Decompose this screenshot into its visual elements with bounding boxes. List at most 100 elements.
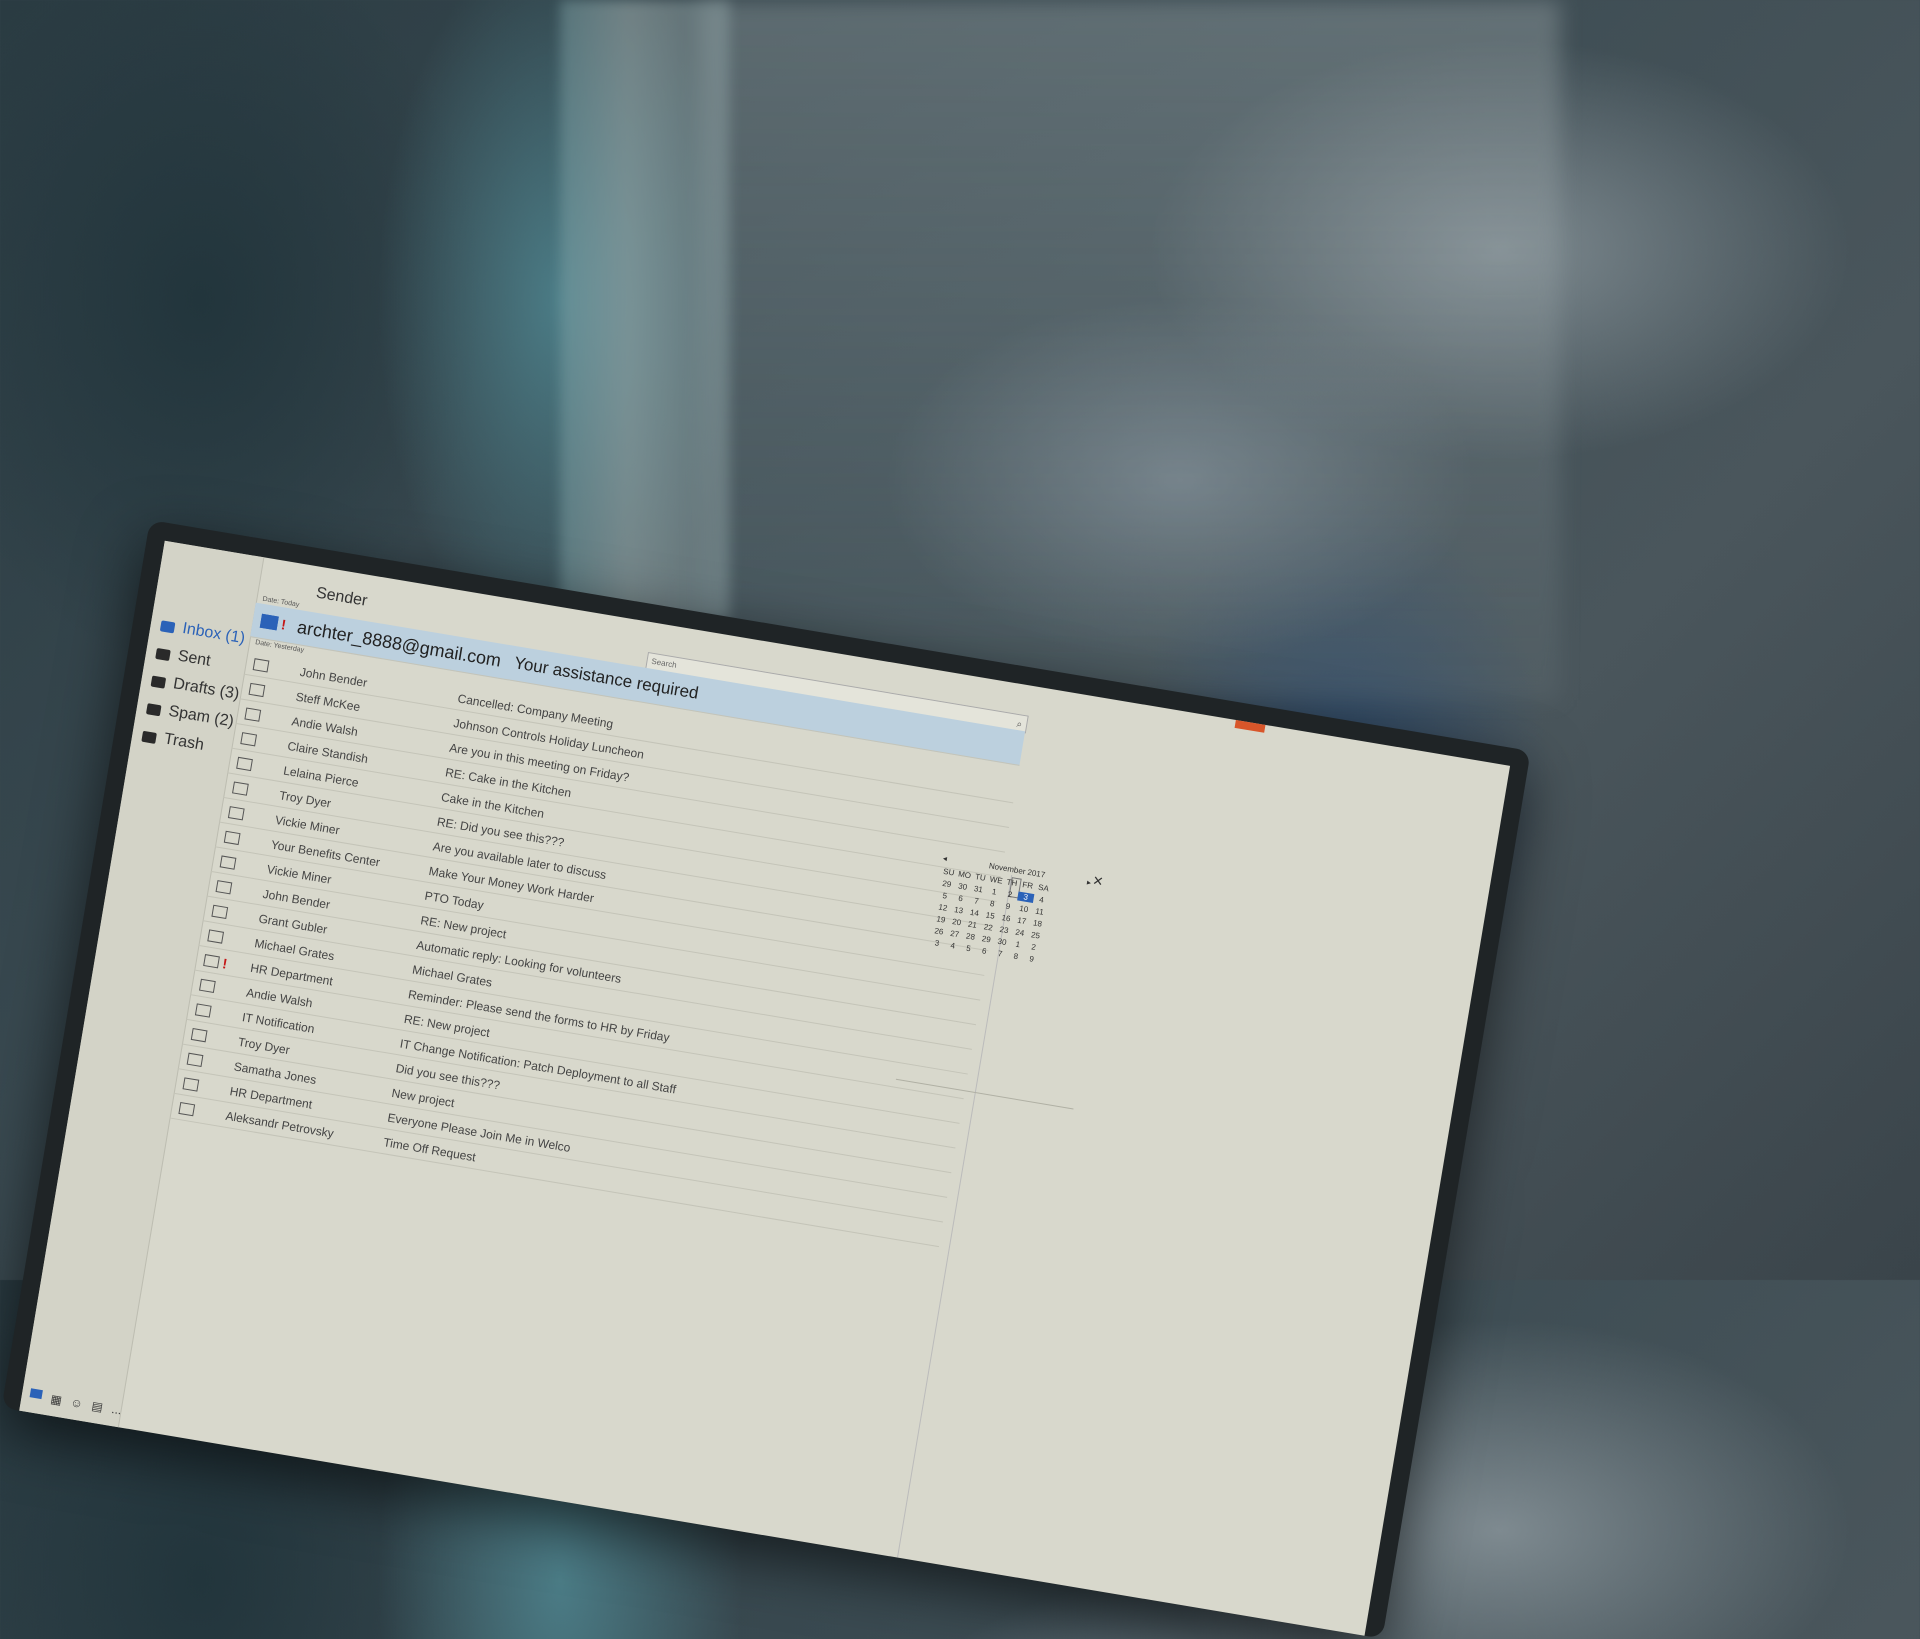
calendar-day[interactable]: 8	[1007, 951, 1024, 963]
calendar-day[interactable]: 13	[950, 905, 967, 917]
importance-slot	[264, 691, 276, 693]
calendar-day[interactable]: 10	[1015, 903, 1032, 915]
calendar-day[interactable]: 5	[936, 890, 953, 902]
accent-mark	[1234, 714, 1267, 733]
importance-slot	[256, 741, 268, 743]
envelope-icon	[236, 756, 253, 772]
calendar-day[interactable]: 20	[948, 916, 965, 928]
importance-slot	[235, 864, 247, 866]
envelope-icon	[248, 682, 266, 698]
importance-slot	[268, 667, 280, 669]
calendar-day[interactable]: 21	[964, 919, 981, 931]
envelope-unread-icon	[259, 613, 279, 631]
calendar-day[interactable]: 1	[986, 886, 1003, 898]
calendar-weekday: TH	[1005, 877, 1018, 889]
importance-slot	[240, 839, 252, 841]
calendar-day[interactable]: 17	[1013, 915, 1030, 927]
calendar-day[interactable]: 25	[1027, 930, 1044, 942]
tasks-icon[interactable]: ▤	[91, 1399, 104, 1415]
envelope-icon	[252, 658, 270, 673]
folder-icon	[146, 702, 162, 716]
importance-slot	[211, 1012, 223, 1014]
calendar-day[interactable]: 6	[952, 893, 969, 905]
calendar-day[interactable]: 3	[928, 937, 945, 949]
envelope-icon	[190, 1028, 208, 1043]
calendar-day[interactable]: 5	[960, 943, 977, 955]
envelope-icon	[215, 880, 233, 895]
calendar-day[interactable]: 15	[982, 910, 999, 922]
importance-slot	[198, 1086, 210, 1088]
calendar-weekday: TU	[974, 872, 987, 883]
calendar-weekday: SU	[942, 866, 956, 878]
importance-slot	[194, 1110, 206, 1112]
calendar-day[interactable]: 4	[944, 940, 961, 952]
folder-open-icon	[159, 619, 176, 633]
calendar-day[interactable]: 14	[966, 907, 983, 919]
calendar-day[interactable]: 2	[1025, 941, 1042, 953]
importance-slot	[215, 987, 227, 989]
importance-slot	[248, 790, 260, 792]
importance-slot	[202, 1061, 214, 1063]
calendar-day[interactable]: 29	[938, 878, 955, 890]
close-icon[interactable]: ✕	[1091, 873, 1104, 891]
calendar-day[interactable]: 30	[993, 936, 1010, 948]
calendar-day[interactable]: 3	[1017, 891, 1035, 903]
people-icon[interactable]: ☺	[70, 1395, 84, 1411]
importance-slot	[223, 938, 235, 940]
calendar-day[interactable]: 6	[976, 945, 993, 957]
calendar-day[interactable]: 23	[995, 924, 1012, 936]
calendar-day[interactable]: 19	[932, 914, 949, 926]
calendar-day[interactable]: 11	[1031, 906, 1048, 918]
calendar-weekday: WE	[989, 874, 1004, 886]
calendar-weekday: SA	[1037, 882, 1050, 894]
calendar-day[interactable]: 7	[991, 948, 1008, 960]
calendar-day[interactable]: 28	[962, 931, 979, 943]
background-window	[700, 0, 1560, 700]
calendar-weekday: FR	[1021, 880, 1034, 891]
calendar-day[interactable]: 30	[954, 881, 971, 893]
envelope-icon	[227, 806, 245, 821]
calendar-day[interactable]: 18	[1029, 918, 1046, 930]
calendar-day[interactable]: 7	[968, 895, 985, 907]
message-subject: New project	[390, 1085, 456, 1111]
message-list: Sender Subject Search ⌕ Date: Today ! ar…	[118, 557, 1043, 1568]
folder-icon	[155, 647, 171, 661]
calendar-day[interactable]: 22	[980, 922, 997, 934]
calendar-weekday: MO	[957, 869, 972, 881]
calendar-day[interactable]: 2	[1001, 889, 1018, 901]
envelope-icon	[194, 1003, 212, 1018]
calendar-day[interactable]: 24	[1011, 927, 1028, 939]
folder-icon	[141, 730, 158, 744]
importance-slot	[252, 765, 264, 767]
folder-label: Trash	[162, 730, 206, 754]
envelope-icon	[207, 929, 225, 944]
calendar-day[interactable]: 8	[984, 898, 1001, 910]
calendar-day[interactable]: 1	[1009, 939, 1026, 951]
envelope-icon	[178, 1101, 196, 1117]
folder-label: Sent	[176, 647, 212, 670]
envelope-icon	[186, 1052, 204, 1067]
envelope-icon	[182, 1077, 200, 1092]
calendar-icon[interactable]: ▦	[49, 1392, 62, 1408]
calendar-day[interactable]: 12	[934, 902, 951, 914]
message-subject: PTO Today	[423, 888, 485, 913]
importance-slot	[227, 913, 239, 915]
envelope-icon	[203, 954, 220, 969]
calendar-day[interactable]: 9	[999, 901, 1016, 913]
envelope-icon	[223, 830, 241, 846]
calendar-day[interactable]: 9	[1023, 953, 1040, 965]
calendar-day[interactable]: 27	[946, 928, 963, 940]
mail-icon[interactable]	[29, 1388, 43, 1400]
calendar-day[interactable]: 31	[970, 884, 987, 896]
calendar-day[interactable]: 29	[978, 934, 995, 946]
email-client: Inbox (1) Sent Drafts (3) Spam (2) Trash…	[19, 540, 1511, 1636]
importance-slot	[207, 1036, 219, 1038]
envelope-icon	[244, 707, 262, 722]
calendar-day[interactable]: 4	[1033, 894, 1050, 906]
calendar-day[interactable]: 26	[930, 926, 947, 938]
importance-slot	[244, 815, 256, 817]
envelope-icon	[240, 732, 258, 747]
sender-column-header[interactable]: Sender	[315, 585, 369, 611]
calendar-day[interactable]: 16	[997, 912, 1014, 924]
calendar-prev-button[interactable]: ◂	[942, 854, 947, 864]
